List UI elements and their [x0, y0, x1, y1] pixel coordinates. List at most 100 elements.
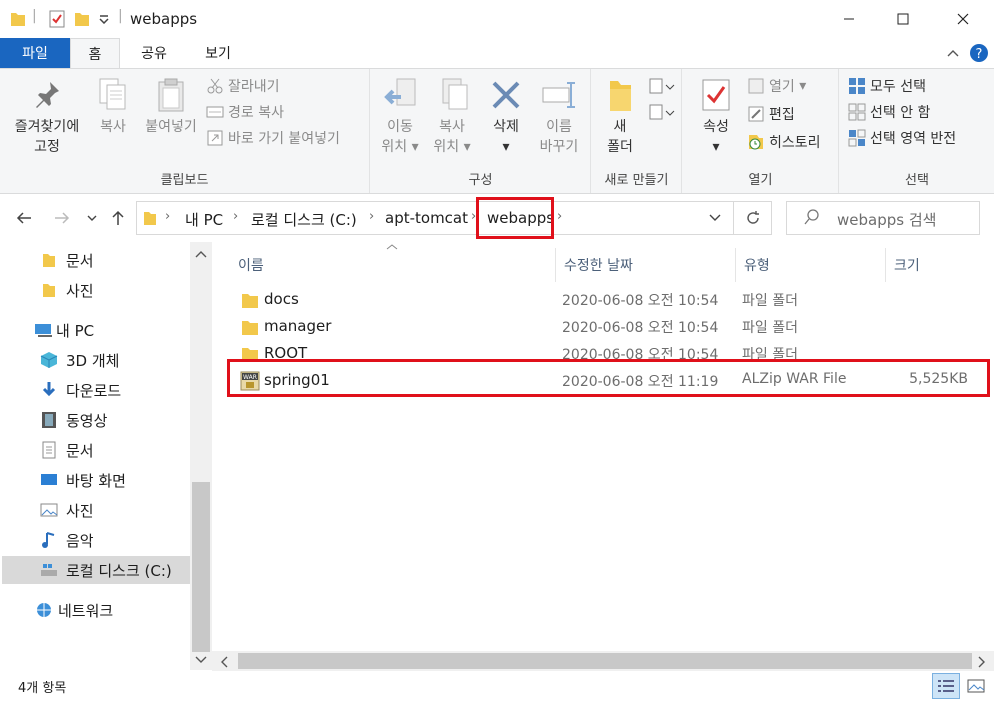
easy-access-icon[interactable]: [648, 103, 676, 123]
copy-button[interactable]: 복사: [90, 75, 136, 137]
file-row[interactable]: manager 2020-06-08 오전 10:54 파일 폴더: [230, 313, 982, 340]
edit-button[interactable]: 편집: [747, 103, 795, 125]
tab-file[interactable]: 파일: [0, 38, 70, 68]
maximize-button[interactable]: [880, 0, 926, 38]
svg-text:?: ?: [976, 47, 983, 62]
up-button[interactable]: [106, 205, 130, 231]
customize-quick-access-icon[interactable]: [98, 14, 110, 24]
navigation-pane-scrollbar[interactable]: [190, 242, 212, 670]
breadcrumb-separator[interactable]: ›: [165, 209, 170, 224]
ribbon-tabs: 파일 홈 공유 보기 ?: [0, 38, 994, 69]
paste-shortcut-button[interactable]: 바로 가기 붙여넣기: [206, 127, 340, 149]
nav-item-music[interactable]: 음악: [40, 526, 94, 554]
scrollbar-thumb[interactable]: [238, 653, 972, 669]
breadcrumb-this-pc[interactable]: 내 PC: [185, 209, 223, 230]
folder-icon: [11, 13, 25, 26]
history-button[interactable]: 히스토리: [747, 131, 821, 153]
column-header-size[interactable]: 크기: [886, 248, 986, 282]
column-header-name[interactable]: 이름: [230, 248, 556, 282]
large-icons-view-icon: [967, 679, 985, 693]
scroll-down-icon[interactable]: [195, 656, 207, 664]
copy-path-button[interactable]: 경로 복사: [206, 101, 284, 123]
folder-icon: [242, 294, 258, 308]
file-row[interactable]: docs 2020-06-08 오전 10:54 파일 폴더: [230, 286, 982, 313]
search-placeholder: webapps 검색: [837, 211, 937, 229]
breadcrumb-local-disk[interactable]: 로컬 디스크 (C:): [251, 209, 357, 230]
breadcrumb-separator[interactable]: ›: [369, 209, 374, 224]
new-folder-icon[interactable]: [74, 10, 90, 28]
ribbon: 즐겨찾기에 고정 복사 붙여넣기 잘라내기 경로 복사 바로 가기 붙여넣기 클립…: [0, 68, 994, 194]
breadcrumb-separator[interactable]: ›: [233, 209, 238, 224]
nav-item-pictures[interactable]: 사진: [40, 496, 94, 524]
open-button[interactable]: 열기 ▾: [747, 75, 806, 97]
music-icon: [42, 532, 55, 548]
column-header-date[interactable]: 수정한 날짜: [556, 248, 736, 282]
tab-view[interactable]: 보기: [188, 38, 248, 68]
breadcrumb-apt-tomcat[interactable]: apt-tomcat: [385, 209, 468, 227]
document-icon: [42, 441, 56, 459]
nav-item-3d-objects[interactable]: 3D 개체: [40, 346, 119, 374]
drive-icon: [41, 564, 57, 576]
select-all-button[interactable]: 모두 선택: [848, 75, 926, 97]
properties-button[interactable]: 속성 ▾: [691, 75, 741, 157]
delete-button[interactable]: 삭제 ▾: [483, 75, 529, 157]
scissors-icon: [207, 78, 223, 94]
scroll-left-icon[interactable]: [220, 656, 228, 668]
cut-button[interactable]: 잘라내기: [206, 75, 280, 97]
help-icon[interactable]: ?: [969, 43, 989, 63]
close-button[interactable]: [940, 0, 986, 38]
pin-to-quick-access-button[interactable]: 즐겨찾기에 고정: [4, 75, 90, 157]
refresh-button[interactable]: [734, 201, 772, 235]
new-folder-button[interactable]: 새 폴더: [596, 75, 644, 157]
file-list-horizontal-scrollbar[interactable]: [212, 651, 994, 671]
file-type: 파일 폴더: [742, 293, 798, 309]
rename-button[interactable]: 이름 바꾸기: [533, 75, 585, 157]
scrollbar-thumb[interactable]: [192, 482, 210, 652]
new-group-label: 새로 만들기: [604, 173, 669, 188]
move-to-button[interactable]: 이동 위치 ▾: [375, 75, 425, 157]
address-bar[interactable]: › 내 PC › 로컬 디스크 (C:) › apt-tomcat › weba…: [136, 201, 734, 235]
separator: |: [118, 8, 123, 24]
nav-item-videos[interactable]: 동영상: [40, 406, 107, 434]
search-input[interactable]: webapps 검색: [786, 201, 980, 235]
minimize-button[interactable]: [826, 0, 872, 38]
large-icons-view-button[interactable]: [962, 673, 990, 699]
edit-icon: [748, 106, 764, 122]
forward-button[interactable]: [50, 205, 74, 231]
back-button[interactable]: [12, 205, 36, 231]
recent-locations-button[interactable]: [82, 205, 102, 231]
maximize-icon: [897, 13, 909, 25]
details-view-icon: [938, 680, 954, 692]
refresh-icon: [746, 211, 759, 224]
nav-item-this-pc[interactable]: 내 PC: [34, 316, 94, 344]
nav-item-local-disk[interactable]: 로컬 디스크 (C:): [2, 556, 190, 584]
tab-home[interactable]: 홈: [70, 38, 120, 69]
properties-check-icon: [702, 79, 730, 111]
nav-item-pictures-quick[interactable]: 사진: [40, 276, 94, 304]
copy-to-button[interactable]: 복사 위치 ▾: [427, 75, 477, 157]
path-icon: [206, 106, 224, 118]
new-item-icon[interactable]: [648, 77, 676, 97]
details-view-button[interactable]: [932, 673, 960, 699]
column-header-type[interactable]: 유형: [736, 248, 886, 282]
scroll-right-icon[interactable]: [978, 656, 986, 668]
scroll-up-icon[interactable]: [195, 250, 207, 258]
clipboard-icon: [158, 78, 184, 112]
pin-icon: [36, 82, 59, 108]
address-dropdown-icon[interactable]: [709, 214, 721, 222]
tab-share[interactable]: 공유: [124, 38, 184, 68]
invert-selection-button[interactable]: 선택 영역 반전: [848, 127, 956, 149]
nav-item-desktop[interactable]: 바탕 화면: [40, 466, 126, 494]
nav-item-documents[interactable]: 문서: [40, 436, 94, 464]
nav-item-documents-quick[interactable]: 문서: [40, 246, 94, 274]
properties-icon[interactable]: [48, 10, 66, 28]
film-icon: [42, 412, 56, 428]
close-icon: [957, 13, 969, 25]
paste-button[interactable]: 붙여넣기: [138, 75, 204, 137]
collapse-ribbon-icon[interactable]: [946, 47, 960, 59]
nav-item-downloads[interactable]: 다운로드: [40, 376, 121, 404]
minimize-icon: [844, 18, 854, 20]
select-none-button[interactable]: 선택 안 함: [848, 101, 930, 123]
nav-item-network[interactable]: 네트워크: [34, 596, 113, 624]
breadcrumb-separator[interactable]: ›: [557, 209, 562, 224]
